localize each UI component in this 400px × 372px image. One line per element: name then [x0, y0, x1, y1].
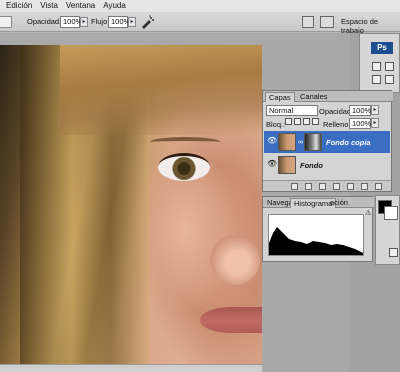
layer-thumbnail [278, 156, 296, 174]
layers-panel: Capas Canales Normal Opacidad: 100% ▸ Bl… [262, 90, 393, 192]
histogram-graph [268, 214, 364, 256]
fill-label: Relleno: [323, 120, 351, 129]
new-group-icon[interactable] [347, 183, 354, 190]
fx-icon[interactable] [305, 183, 312, 190]
lasso-tool-icon[interactable] [372, 75, 381, 84]
wand-tool-icon[interactable] [385, 75, 394, 84]
canvas-scrollbar[interactable] [0, 364, 262, 372]
lips [200, 307, 262, 333]
flow-label: Flujo: [91, 17, 110, 26]
menu-ventana[interactable]: Ventana [62, 0, 99, 12]
layer-row-fondo-copia[interactable]: 👁 ∞ Fondo copia [264, 131, 390, 153]
layer-name[interactable]: Fondo copia [326, 138, 371, 147]
lock-label: Bloq.: [266, 120, 286, 129]
tab-capas[interactable]: Capas [265, 92, 295, 102]
adjustment-layer-icon[interactable] [333, 183, 340, 190]
ps-logo: Ps [371, 42, 393, 54]
fill-arrow-icon[interactable]: ▸ [371, 118, 379, 128]
eye [158, 153, 210, 181]
link-layers-icon[interactable] [291, 183, 298, 190]
lock-transparent-icon[interactable] [285, 118, 292, 125]
layer-mask-thumbnail[interactable] [304, 133, 322, 151]
hair-top-region [60, 45, 262, 135]
tab-canales[interactable]: Canales [297, 92, 331, 102]
layer-opacity-field[interactable]: 100% [349, 105, 371, 116]
quick-mask-icon[interactable] [389, 248, 398, 257]
photo-canvas[interactable] [0, 45, 262, 372]
toolbox: Ps [359, 33, 400, 93]
options-bar: Opacidad: 100% ▸ Flujo: 100% ▸ Espacio d… [0, 12, 400, 35]
eyebrow [150, 137, 220, 147]
background-color-swatch[interactable] [384, 206, 398, 220]
layers-panel-toolbar [263, 180, 391, 191]
new-layer-icon[interactable] [361, 183, 368, 190]
lock-all-icon[interactable] [312, 118, 319, 125]
tool-preset-picker[interactable] [0, 16, 12, 28]
menu-ayuda[interactable]: Ayuda [99, 0, 130, 12]
menu-vista[interactable]: Vista [36, 0, 62, 12]
fill-field[interactable]: 100% [349, 118, 371, 129]
opacity-arrow-icon[interactable]: ▸ [80, 17, 88, 27]
layer-thumbnail [278, 133, 296, 151]
chain-link-icon[interactable]: ∞ [298, 139, 303, 146]
blend-mode-select[interactable]: Normal [266, 105, 318, 116]
flow-arrow-icon[interactable]: ▸ [128, 17, 136, 27]
opacity-field[interactable]: 100% [60, 16, 82, 28]
lock-position-icon[interactable] [303, 118, 310, 125]
airbrush-icon[interactable] [140, 15, 154, 29]
tool-presets-icon[interactable] [302, 16, 314, 28]
histogram-panel: Navega Histograma ación ⚠ [262, 196, 374, 262]
layers-panel-tabs: Capas Canales [263, 91, 393, 102]
nose [210, 235, 260, 285]
eye-icon[interactable]: 👁 [267, 137, 277, 145]
eye-icon[interactable]: 👁 [267, 160, 277, 168]
workspace-icon[interactable] [320, 16, 334, 28]
add-mask-icon[interactable] [319, 183, 326, 190]
move-tool-icon[interactable] [385, 62, 394, 71]
layer-name[interactable]: Fondo [300, 161, 323, 170]
histogram-curve [269, 227, 363, 255]
lock-pixels-icon[interactable] [294, 118, 301, 125]
photoshop-window: Edición Vista Ventana Ayuda Opacidad: 10… [0, 0, 400, 372]
menu-bar: Edición Vista Ventana Ayuda [0, 0, 400, 12]
trash-icon[interactable] [375, 183, 382, 190]
warning-icon[interactable]: ⚠ [365, 209, 373, 217]
marquee-tool-icon[interactable] [372, 62, 381, 71]
tab-informacion[interactable]: ación [327, 198, 351, 208]
opacity-label: Opacidad: [27, 17, 62, 26]
menu-edicion[interactable]: Edición [2, 0, 36, 12]
histogram-panel-tabs: Navega Histograma ación [263, 197, 374, 208]
layer-row-fondo[interactable]: 👁 Fondo [264, 154, 390, 176]
flow-field[interactable]: 100% [108, 16, 130, 28]
layer-opacity-arrow-icon[interactable]: ▸ [371, 105, 379, 115]
